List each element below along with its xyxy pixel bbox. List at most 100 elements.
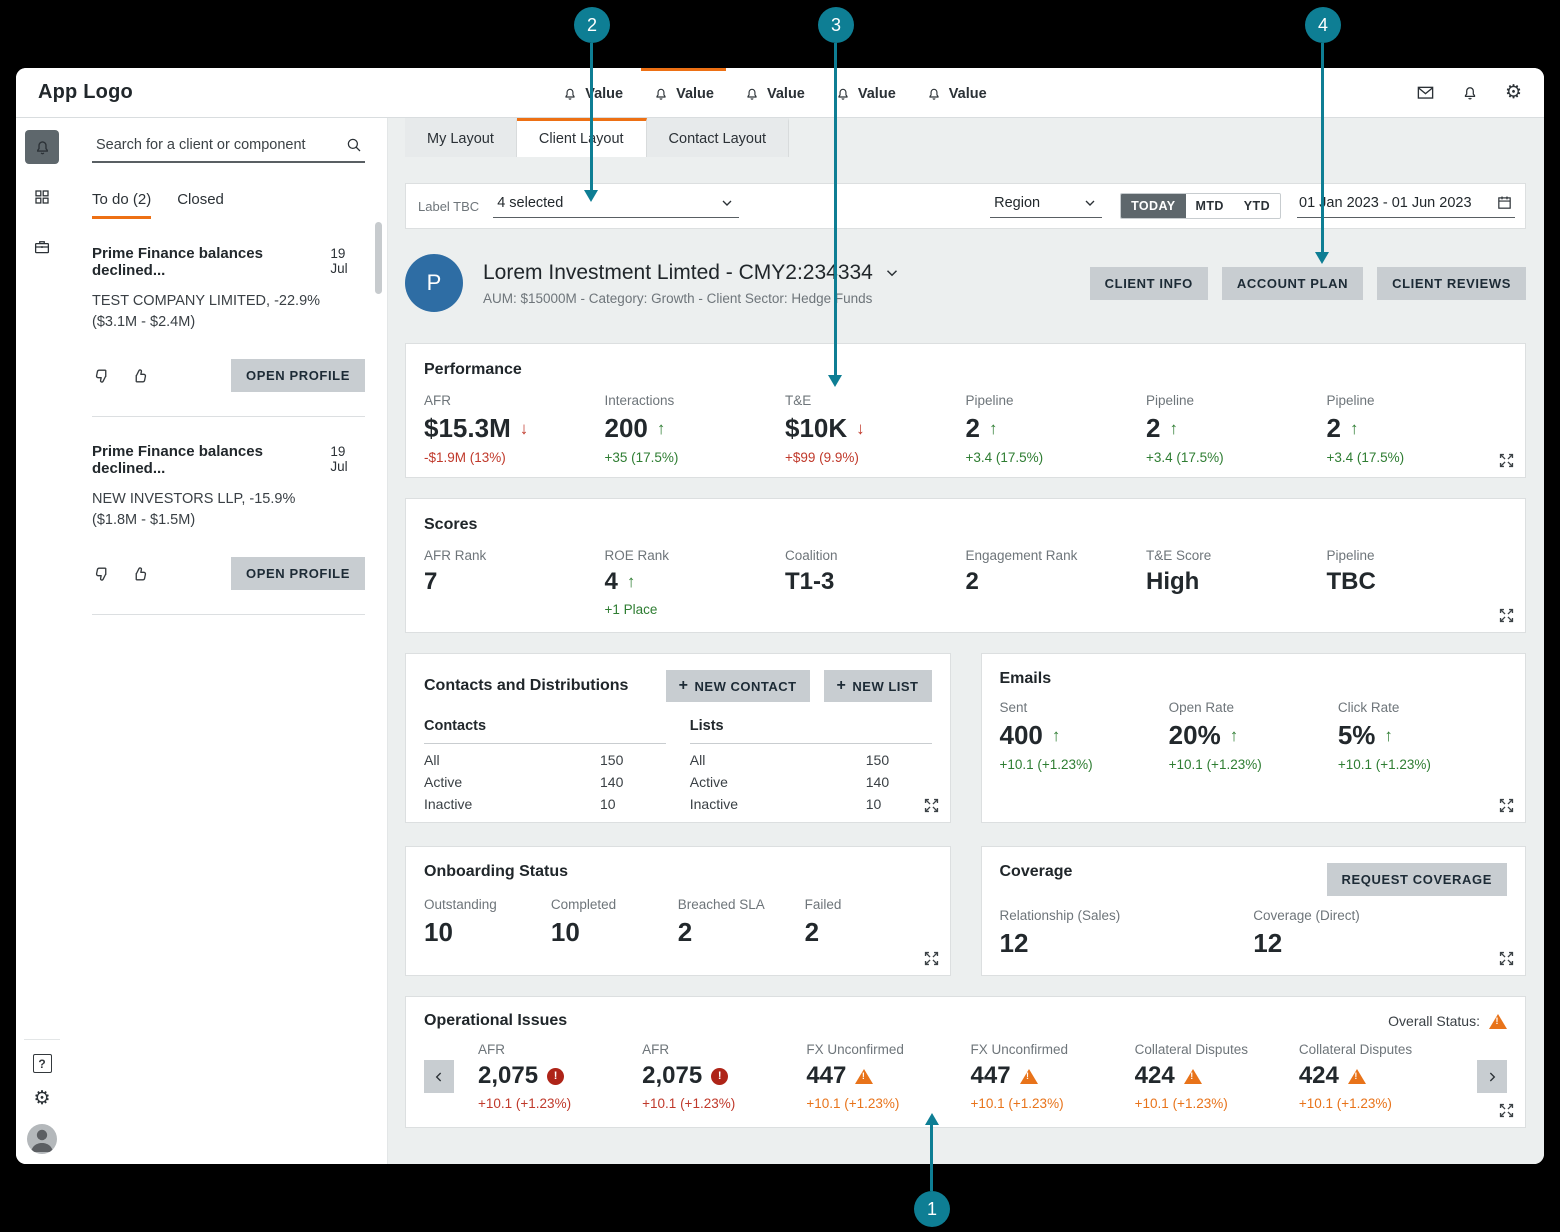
rail-tasks-button[interactable] (25, 230, 59, 264)
chevron-right-icon (1484, 1069, 1500, 1085)
up-arrow-icon: ↑ (1169, 419, 1178, 439)
chevron-left-icon (431, 1069, 447, 1085)
client-title: Lorem Investment Limted - CMY2:234334 (483, 261, 873, 285)
card-title: Coverage (1000, 863, 1073, 881)
multi-select-dropdown[interactable]: 4 selected (493, 195, 739, 218)
tab-closed[interactable]: Closed (177, 191, 224, 219)
bell-icon (33, 138, 52, 157)
scroll-left-button[interactable] (424, 1060, 454, 1093)
metric-fx-unconfirmed: FX Unconfirmed 447 +10.1 (+1.23%) (806, 1042, 970, 1111)
tab-my-layout[interactable]: My Layout (405, 118, 517, 157)
callout-line (590, 43, 593, 190)
expand-icon[interactable] (1498, 950, 1515, 967)
metric-pipeline-score: Pipeline TBC (1327, 548, 1508, 617)
thumb-down-icon[interactable] (92, 564, 112, 584)
expand-icon[interactable] (1498, 452, 1515, 469)
divider (92, 416, 365, 417)
tab-contact-layout[interactable]: Contact Layout (647, 118, 790, 157)
scrollbar-thumb[interactable] (375, 222, 382, 294)
date-range-field[interactable]: 01 Jan 2023 - 01 Jun 2023 (1297, 194, 1515, 218)
nav-item-value-2[interactable]: Value (641, 68, 726, 117)
notification-card: Prime Finance balances declined... 19 Ju… (92, 443, 365, 615)
nav-item-value-3[interactable]: Value (732, 68, 817, 117)
metric-click-rate: Click Rate 5%↑ +10.1 (+1.23%) (1338, 700, 1507, 772)
expand-icon[interactable] (1498, 1102, 1515, 1119)
callout-arrow-up (925, 1113, 939, 1125)
warning-icon (855, 1069, 873, 1084)
user-avatar[interactable] (27, 1124, 57, 1154)
tab-todo[interactable]: To do (2) (92, 191, 151, 219)
overall-status-label: Overall Status: (1388, 1013, 1480, 1029)
sidebar-rail: ? ⚙ (16, 118, 68, 1164)
body-row: ? ⚙ To do (2) Closed (16, 118, 1544, 1164)
open-profile-button[interactable]: OPEN PROFILE (231, 359, 365, 392)
callout-badge-2: 2 (574, 7, 610, 43)
contacts-card: Contacts and Distributions + NEW CONTACT… (405, 653, 951, 823)
toggle-ytd[interactable]: YTD (1234, 194, 1280, 218)
coverage-card: Coverage REQUEST COVERAGE Relationship (… (981, 846, 1527, 976)
onboarding-card: Onboarding Status Outstanding 10 Complet… (405, 846, 951, 976)
thumb-up-icon[interactable] (130, 564, 150, 584)
down-arrow-icon: ↓ (856, 419, 865, 439)
rail-notifications-button[interactable] (25, 130, 59, 164)
nav-item-value-5[interactable]: Value (914, 68, 999, 117)
metric-relationship-sales: Relationship (Sales) 12 (1000, 908, 1254, 959)
new-list-button[interactable]: + NEW LIST (824, 670, 932, 702)
metric-collateral-disputes: Collateral Disputes 424 +10.1 (+1.23%) (1299, 1042, 1463, 1111)
expand-icon[interactable] (1498, 607, 1515, 624)
notification-date: 19 Jul (330, 246, 365, 276)
app-window: App Logo Value Value Value Value (16, 68, 1544, 1164)
client-info-button[interactable]: CLIENT INFO (1090, 267, 1208, 300)
dropdown-value: Region (994, 195, 1040, 211)
client-reviews-button[interactable]: CLIENT REVIEWS (1377, 267, 1526, 300)
bell-icon (653, 86, 669, 102)
chevron-down-icon[interactable] (883, 264, 901, 282)
expand-icon[interactable] (923, 950, 940, 967)
lists-list: Lists All150 Active140 Inactive10 (690, 718, 932, 812)
card-title: Operational Issues (424, 1012, 567, 1030)
toggle-mtd[interactable]: MTD (1186, 194, 1234, 218)
expand-icon[interactable] (1498, 797, 1515, 814)
gear-icon[interactable]: ⚙ (1505, 83, 1522, 102)
search-icon[interactable] (345, 136, 363, 154)
nav-item-label: Value (949, 86, 987, 102)
metric-fx-unconfirmed: FX Unconfirmed 447 +10.1 (+1.23%) (971, 1042, 1135, 1111)
rail-apps-button[interactable] (25, 180, 59, 214)
metric-afr-rank: AFR Rank 7 (424, 548, 605, 617)
scroll-right-button[interactable] (1477, 1060, 1507, 1093)
list-item: Inactive10 (690, 796, 932, 812)
down-arrow-icon: ↓ (520, 419, 529, 439)
callout-arrow-down (828, 375, 842, 387)
gear-icon[interactable]: ⚙ (33, 1089, 50, 1108)
new-contact-button[interactable]: + NEW CONTACT (666, 670, 810, 702)
callout-line (1321, 43, 1324, 252)
metric-pipeline: Pipeline 2↑ +3.4 (17.5%) (966, 393, 1147, 465)
metric-sent: Sent 400↑ +10.1 (+1.23%) (1000, 700, 1169, 772)
thumb-up-icon[interactable] (130, 366, 150, 386)
bell-icon (562, 86, 578, 102)
sidebar-tabs: To do (2) Closed (92, 191, 365, 219)
grid-icon (33, 188, 51, 206)
warning-icon (1348, 1069, 1366, 1084)
metric-interactions: Interactions 200↑ +35 (17.5%) (605, 393, 786, 465)
search-input[interactable] (94, 136, 345, 154)
chevron-down-icon (719, 195, 735, 211)
help-icon[interactable]: ? (33, 1054, 52, 1073)
metric-afr-issues: AFR 2,075! +10.1 (+1.23%) (478, 1042, 642, 1111)
tab-client-layout[interactable]: Client Layout (517, 118, 647, 157)
region-dropdown[interactable]: Region (990, 195, 1102, 218)
expand-icon[interactable] (923, 797, 940, 814)
bell-icon[interactable] (1461, 84, 1479, 102)
metric-afr: AFR $15.3M↓ -$1.9M (13%) (424, 393, 605, 465)
sidebar-panel: To do (2) Closed Prime Finance balances … (68, 118, 387, 1164)
notification-body: NEW INVESTORS LLP, -15.9% ($1.8M - $1.5M… (92, 489, 343, 531)
metric-te-score: T&E Score High (1146, 548, 1327, 617)
mail-icon[interactable] (1416, 83, 1435, 102)
account-plan-button[interactable]: ACCOUNT PLAN (1222, 267, 1363, 300)
contacts-list: Contacts All150 Active140 Inactive10 (424, 718, 666, 812)
open-profile-button[interactable]: OPEN PROFILE (231, 557, 365, 590)
toggle-today[interactable]: TODAY (1121, 194, 1185, 218)
metric-collateral-disputes: Collateral Disputes 424 +10.1 (+1.23%) (1135, 1042, 1299, 1111)
thumb-down-icon[interactable] (92, 366, 112, 386)
request-coverage-button[interactable]: REQUEST COVERAGE (1327, 863, 1507, 896)
